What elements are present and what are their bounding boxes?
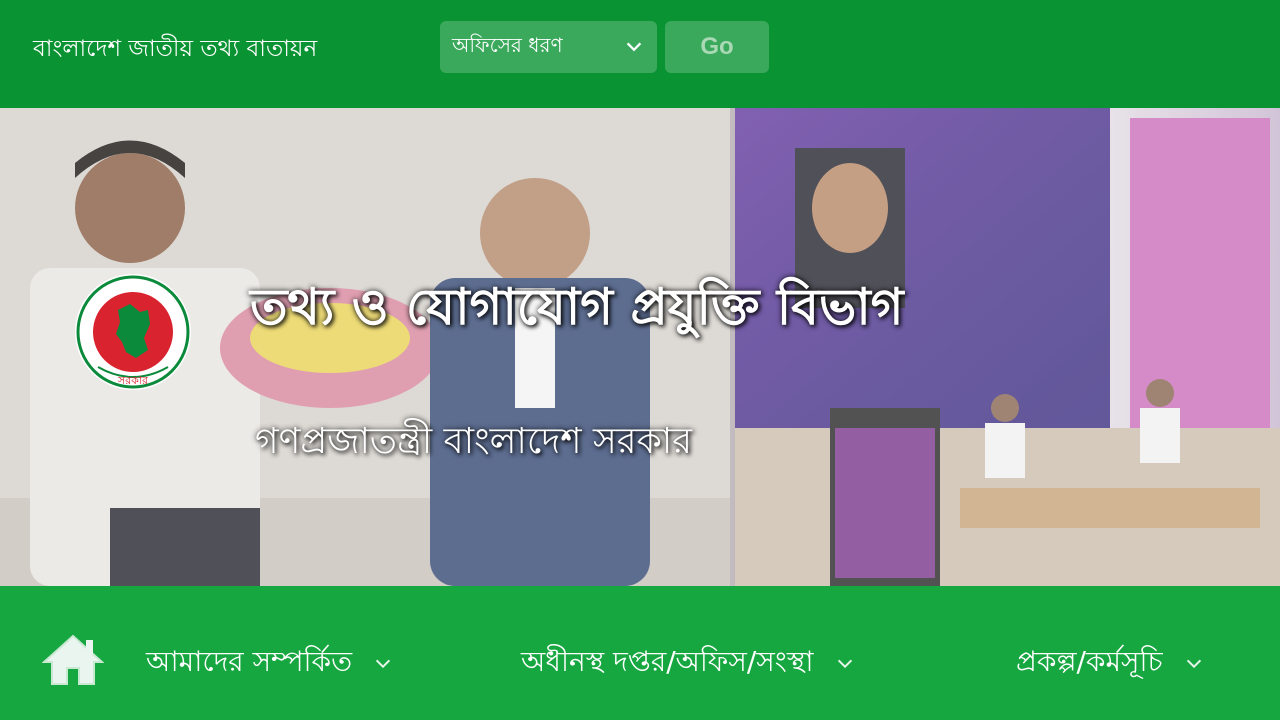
nav-item-label: অধীনস্থ দপ্তর/অফিস/সংস্থা <box>521 645 814 678</box>
go-button[interactable]: Go <box>665 21 769 73</box>
government-title: গণপ্রজাতন্ত্রী বাংলাদেশ সরকার <box>255 421 693 462</box>
government-emblem: সরকার <box>75 274 191 390</box>
emblem-bottom-text: সরকার <box>117 374 149 387</box>
home-icon[interactable] <box>42 632 104 686</box>
portal-title[interactable]: বাংলাদেশ জাতীয় তথ্য বাতায়ন <box>33 30 317 69</box>
chevron-down-icon <box>1186 659 1201 668</box>
ministry-title: তথ্য ও যোগাযোগ প্রযুক্তি বিভাগ <box>250 278 904 336</box>
nav-item-label: আমাদের সম্পর্কিত <box>146 645 353 678</box>
nav-item-label: প্রকল্প/কর্মসূচি <box>1016 645 1163 678</box>
nav-item-about-us[interactable]: আমাদের সম্পর্কিত <box>146 640 394 687</box>
chevron-down-icon <box>837 659 852 668</box>
office-type-select[interactable]: অফিসের ধরণ <box>440 21 657 73</box>
top-header: বাংলাদেশ জাতীয় তথ্য বাতায়ন অফিসের ধরণ … <box>0 0 1280 108</box>
chevron-down-icon <box>376 659 391 668</box>
chevron-down-icon <box>626 42 642 52</box>
nav-item-projects[interactable]: প্রকল্প/কর্মসূচি <box>1016 640 1205 687</box>
office-type-select-value: অফিসের ধরণ <box>452 32 563 57</box>
nav-item-subordinate-offices[interactable]: অধীনস্থ দপ্তর/অফিস/সংস্থা <box>521 640 856 687</box>
